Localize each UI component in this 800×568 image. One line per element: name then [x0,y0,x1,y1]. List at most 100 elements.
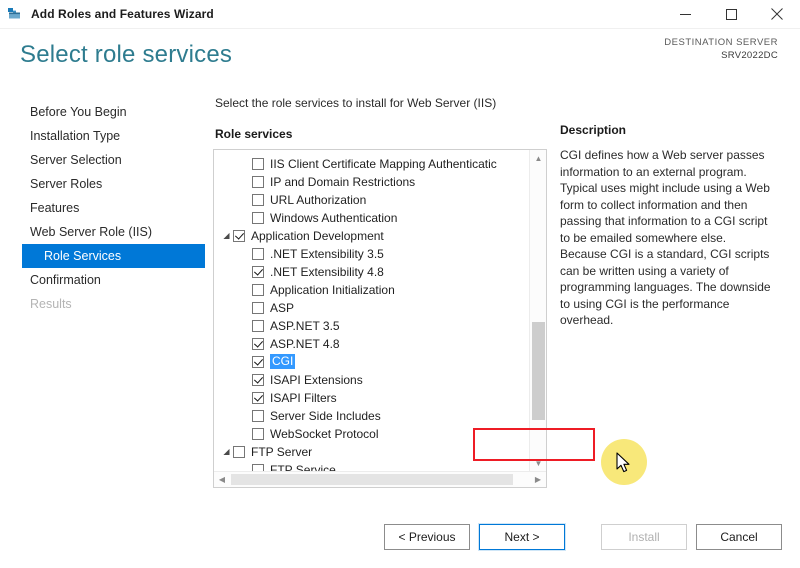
checkbox-unchecked[interactable] [252,158,264,170]
destination-server-label: DESTINATION SERVER [664,37,778,48]
mouse-cursor-icon [616,452,633,480]
checkbox-checked[interactable] [252,392,264,404]
sidebar-item-server-selection[interactable]: Server Selection [0,148,205,172]
role-service-label: .NET Extensibility 4.8 [270,265,384,279]
sidebar-item-label: Server Selection [30,153,122,167]
role-service-label: WebSocket Protocol [270,427,379,441]
role-service-row[interactable]: .NET Extensibility 3.5 [214,245,528,263]
role-service-row[interactable]: ◢ Application Development [214,227,528,245]
role-service-label: Application Development [251,229,384,243]
next-button[interactable]: Next > [479,524,565,550]
close-button[interactable] [754,0,800,28]
checkbox-checked[interactable] [252,374,264,386]
checkbox-unchecked[interactable] [252,176,264,188]
sidebar-item-installation-type[interactable]: Installation Type [0,124,205,148]
sidebar-item-label: Results [30,297,72,311]
sidebar-item-confirmation[interactable]: Confirmation [0,268,205,292]
cancel-button[interactable]: Cancel [696,524,782,550]
expander-expanded-icon[interactable]: ◢ [220,448,233,456]
role-service-row[interactable]: IP and Domain Restrictions [214,173,528,191]
description-panel: Description CGI defines how a Web server… [560,123,772,329]
vertical-scrollbar-thumb[interactable] [532,322,545,420]
role-service-label: IP and Domain Restrictions [270,175,416,189]
destination-server-name: SRV2022DC [721,50,778,61]
role-service-row[interactable]: IIS Client Certificate Mapping Authentic… [214,155,528,173]
scroll-down-icon[interactable]: ▼ [530,455,546,472]
role-service-label: Application Initialization [270,283,395,297]
sidebar-item-before-you-begin[interactable]: Before You Begin [0,100,205,124]
checkbox-checked[interactable] [252,356,264,368]
footer-buttons: < Previous Next > Install Cancel [384,524,782,550]
sidebar-item-results: Results [0,292,205,316]
role-service-label: .NET Extensibility 3.5 [270,247,384,261]
description-heading: Description [560,123,627,137]
role-service-label: FTP Server [251,445,313,459]
header-area: Select role services DESTINATION SERVER … [0,29,800,91]
checkbox-unchecked[interactable] [252,248,264,260]
body-area: Before You Begin Installation Type Server … [0,91,800,516]
role-service-row[interactable]: .NET Extensibility 4.8 [214,263,528,281]
horizontal-scrollbar[interactable]: ◀ ▶ [214,471,546,487]
previous-button[interactable]: < Previous [384,524,470,550]
role-service-label: IIS Client Certificate Mapping Authentic… [270,157,497,171]
checkbox-unchecked[interactable] [252,302,264,314]
title-bar: Add Roles and Features Wizard [0,0,800,29]
sidebar-item-label: Confirmation [30,273,101,287]
role-service-row[interactable]: ASP.NET 3.5 [214,317,528,335]
role-services-tree: IIS Client Certificate Mapping Authentic… [214,150,528,472]
role-service-row[interactable]: ASP.NET 4.8 [214,335,528,353]
sidebar-item-label: Features [30,201,80,215]
sidebar-item-label: Before You Begin [30,105,127,119]
expander-expanded-icon[interactable]: ◢ [220,232,233,240]
checkbox-unchecked[interactable] [252,320,264,332]
checkbox-checked[interactable] [233,230,245,242]
role-service-label: ISAPI Extensions [270,373,363,387]
server-toolbox-icon [7,6,23,22]
minimize-button[interactable] [662,0,708,28]
scroll-left-icon[interactable]: ◀ [214,472,230,487]
sidebar-item-server-roles[interactable]: Server Roles [0,172,205,196]
checkbox-checked[interactable] [252,338,264,350]
scroll-up-icon[interactable]: ▲ [530,150,546,167]
role-service-label: ASP [270,301,295,315]
vertical-scrollbar[interactable]: ▲ ▼ [529,150,546,472]
role-service-row[interactable]: ◢ FTP Server [214,443,528,461]
scroll-right-icon[interactable]: ▶ [530,472,546,487]
role-service-label: ASP.NET 4.8 [270,337,340,351]
role-service-row[interactable]: CGI [214,353,528,371]
role-service-row[interactable]: URL Authorization [214,191,528,209]
page-title: Select role services [20,41,233,68]
maximize-button[interactable] [708,0,754,28]
checkbox-unchecked[interactable] [252,284,264,296]
destination-server-block: DESTINATION SERVER SRV2022DC [664,37,778,61]
horizontal-scrollbar-thumb[interactable] [231,474,513,485]
role-service-row[interactable]: WebSocket Protocol [214,425,528,443]
sidebar-item-role-services[interactable]: Role Services [22,244,205,268]
footer-area: < Previous Next > Install Cancel [0,516,800,568]
install-button: Install [601,524,687,550]
checkbox-checked[interactable] [252,266,264,278]
checkbox-unchecked[interactable] [252,410,264,422]
role-service-row[interactable]: ASP [214,299,528,317]
role-service-label: ASP.NET 3.5 [270,319,340,333]
role-service-label: CGI [270,354,296,369]
add-roles-and-features-wizard-window: Add Roles and Features Wizard Select rol… [0,0,800,568]
sidebar-item-label: Web Server Role (IIS) [30,225,153,239]
sidebar-item-features[interactable]: Features [0,196,205,220]
role-service-label: ISAPI Filters [270,391,337,405]
role-services-listbox[interactable]: IIS Client Certificate Mapping Authentic… [213,149,547,488]
role-service-row[interactable]: Application Initialization [214,281,528,299]
instruction-text: Select the role services to install for … [215,96,497,110]
checkbox-unchecked[interactable] [252,212,264,224]
role-service-row[interactable]: Windows Authentication [214,209,528,227]
role-service-row[interactable]: ISAPI Extensions [214,371,528,389]
sidebar-item-label: Installation Type [30,129,121,143]
sidebar-item-web-server-role-iis[interactable]: Web Server Role (IIS) [0,220,205,244]
checkbox-unchecked[interactable] [252,194,264,206]
checkbox-unchecked[interactable] [233,446,245,458]
description-body: CGI defines how a Web server passes info… [560,148,771,327]
checkbox-unchecked[interactable] [252,428,264,440]
role-service-row[interactable]: Server Side Includes [214,407,528,425]
sidebar-item-label: Server Roles [30,177,103,191]
role-service-row[interactable]: ISAPI Filters [214,389,528,407]
